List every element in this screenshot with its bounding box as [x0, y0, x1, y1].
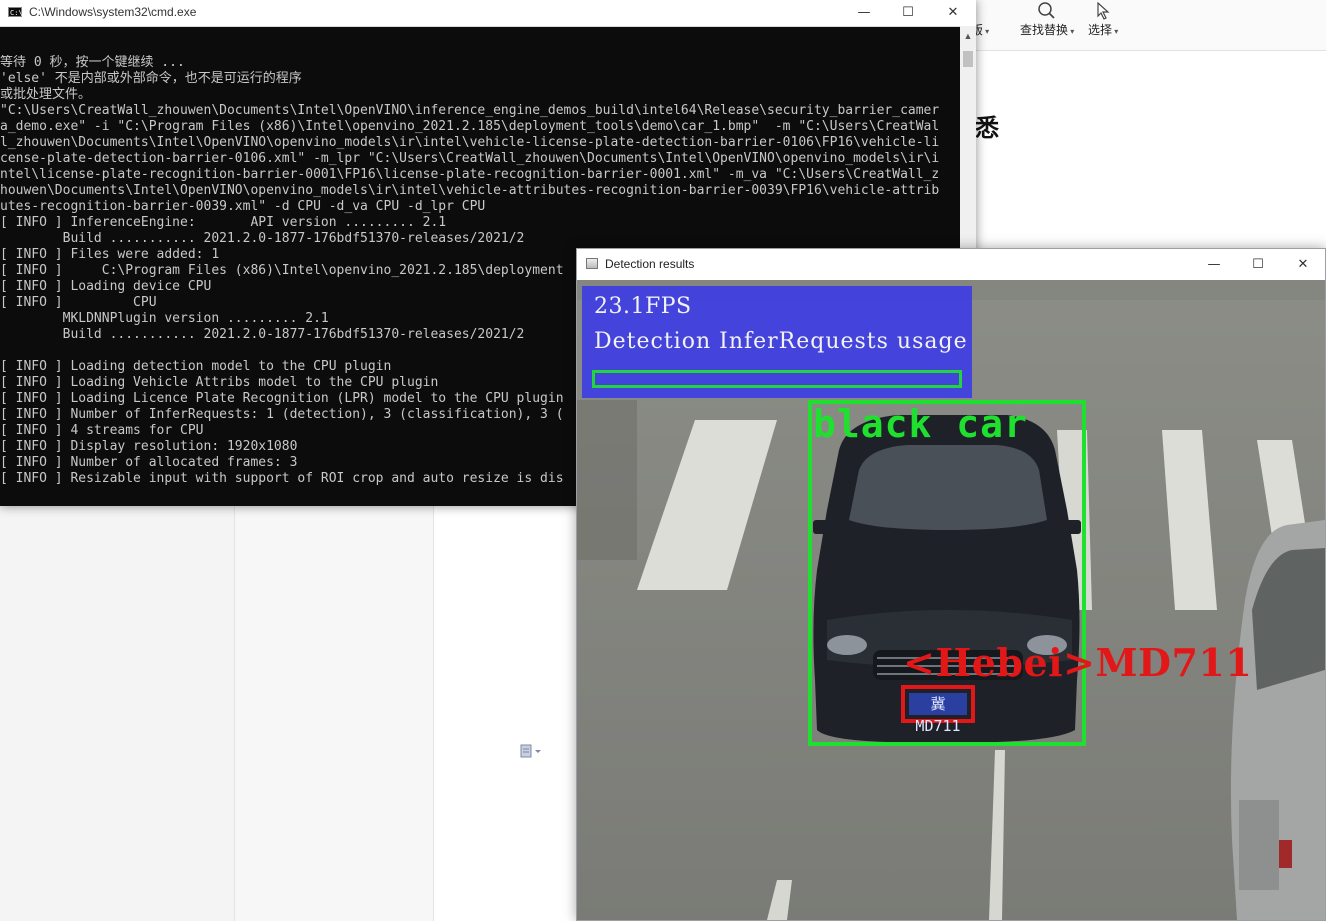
select-label: 选择 — [1088, 21, 1118, 38]
ribbon-toolbar: 版 查找替换 选择 — [960, 0, 1326, 51]
navigation-pane — [0, 506, 235, 921]
console-line: 'else' 不是内部或外部命令，也不是可运行的程序 — [0, 71, 302, 86]
fps-readout: 23.1FPS — [594, 294, 692, 319]
license-plate: 冀 MD711 — [909, 693, 967, 735]
cmd-minimize-button[interactable]: — — [841, 0, 887, 24]
console-line: houwen\Documents\Intel\OpenVINO\openvino… — [0, 183, 940, 198]
license-plate-box: 冀 MD711 — [901, 685, 975, 735]
window-app-icon — [586, 258, 598, 269]
document-page[interactable] — [434, 506, 576, 921]
cmd-app-icon: C:\ — [8, 7, 23, 17]
console-line: ntel\license-plate-recognition-barrier-0… — [0, 167, 940, 182]
paste-options-icon[interactable] — [520, 744, 542, 761]
cmd-window-title: C:\Windows\system32\cmd.exe — [29, 5, 197, 19]
select-button[interactable]: 选择 — [1088, 0, 1118, 50]
cmd-close-button[interactable]: ✕ — [930, 0, 976, 24]
detection-close-button[interactable]: ✕ — [1280, 252, 1326, 276]
infer-requests-usage-label: Detection InferRequests usage — [594, 329, 968, 354]
detection-image: 23.1FPS Detection InferRequests usage bl… — [577, 280, 1325, 920]
console-line: 等待 0 秒，按一个键继续 ... — [0, 55, 185, 70]
console-line: [ INFO ] InferenceEngine: API version ..… — [0, 215, 447, 230]
cmd-titlebar[interactable]: C:\ C:\Windows\system32\cmd.exe — ☐ ✕ — [0, 0, 976, 27]
console-line: 或批处理文件。 — [0, 87, 92, 102]
search-icon — [1035, 0, 1059, 20]
detection-results-window[interactable]: Detection results — ☐ ✕ 23.1FPS Detectio… — [576, 248, 1326, 921]
fps-overlay-panel: 23.1FPS Detection InferRequests usage — [582, 286, 972, 398]
document-page-area[interactable] — [960, 51, 1326, 251]
console-line: l_zhouwen\Documents\Intel\OpenVINO\openv… — [0, 135, 940, 150]
document-margin — [235, 506, 434, 921]
detection-titlebar[interactable]: Detection results — ☐ ✕ — [577, 249, 1325, 279]
license-plate-recognition-label: <Hebei>MD711 — [903, 640, 1253, 685]
document-heading-fragment: 悉 — [975, 114, 999, 142]
infer-requests-usage-bar — [592, 370, 962, 388]
cmd-maximize-button[interactable]: ☐ — [885, 0, 931, 24]
console-line: Build ........... 2021.2.0-1877-176bdf51… — [0, 231, 525, 246]
console-line: utes-recognition-barrier-0039.xml" -d CP… — [0, 199, 486, 214]
console-line: "C:\Users\CreatWall_zhouwen\Documents\In… — [0, 103, 940, 118]
detection-window-title: Detection results — [605, 257, 695, 271]
cursor-icon — [1091, 0, 1115, 20]
detection-minimize-button[interactable]: — — [1191, 252, 1237, 276]
scroll-up-arrow-icon[interactable]: ▲ — [960, 28, 976, 44]
scroll-thumb[interactable] — [963, 51, 973, 67]
console-line: a_demo.exe" -i "C:\Program Files (x86)\I… — [0, 119, 940, 134]
find-replace-label: 查找替换 — [1020, 21, 1074, 38]
detection-maximize-button[interactable]: ☐ — [1235, 252, 1281, 276]
find-replace-button[interactable]: 查找替换 — [1020, 0, 1074, 50]
vehicle-attribute-label: black car — [813, 402, 1028, 446]
console-line: cense-plate-detection-barrier-0106.xml" … — [0, 151, 940, 166]
